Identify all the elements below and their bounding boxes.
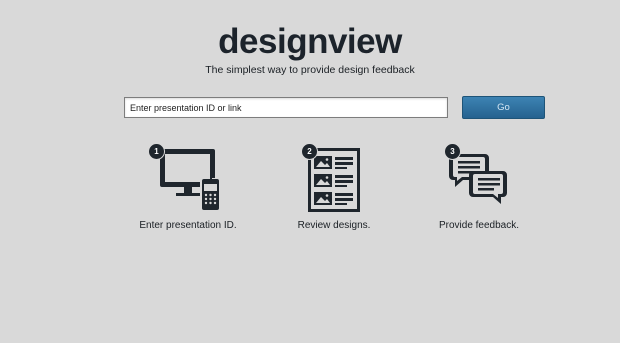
document-images-icon [308,148,360,212]
presentation-id-input[interactable] [124,97,448,118]
step-label: Provide feedback. [438,220,520,231]
tagline: The simplest way to provide design feedb… [205,64,415,76]
step-3: 3 Provide feedback. [409,144,549,234]
step-1: 1 Enter presentation ID. [118,144,258,234]
chat-bubbles-icon [449,154,507,204]
step-label: Review designs. [297,220,371,231]
step-label: Enter presentation ID. [139,220,237,231]
step-number-badge: 2 [302,144,317,159]
step-number-badge: 1 [149,144,164,159]
step-number-badge: 3 [445,144,460,159]
monitor-phone-icon [160,149,220,211]
logo: designview [218,22,402,61]
step-2: 2 Review designs. [264,144,404,234]
go-button[interactable]: Go [462,96,545,119]
